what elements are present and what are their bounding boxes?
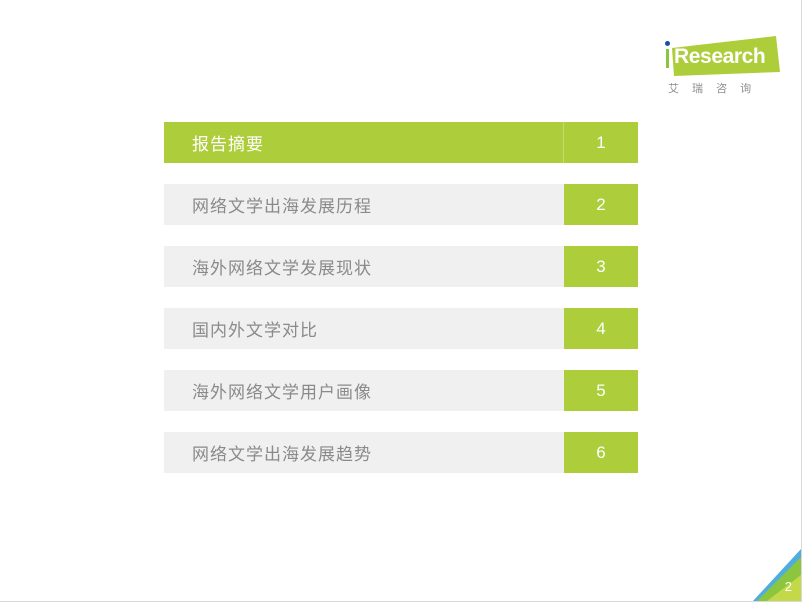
toc-row[interactable]: 国内外文学对比 4 bbox=[164, 308, 638, 349]
corner-triangles-icon bbox=[753, 549, 801, 601]
toc-row[interactable]: 海外网络文学发展现状 3 bbox=[164, 246, 638, 287]
toc-row[interactable]: 报告摘要 1 bbox=[164, 122, 638, 163]
toc-row[interactable]: 网络文学出海发展历程 2 bbox=[164, 184, 638, 225]
toc-row[interactable]: 海外网络文学用户画像 5 bbox=[164, 370, 638, 411]
toc-item-number: 3 bbox=[564, 246, 638, 287]
table-of-contents: 报告摘要 1 网络文学出海发展历程 2 海外网络文学发展现状 3 国内外文学对比… bbox=[164, 122, 638, 494]
logo-subtitle: 艾 瑞 咨 询 bbox=[668, 83, 757, 95]
toc-item-number: 1 bbox=[563, 122, 638, 163]
page-number: 2 bbox=[784, 579, 792, 594]
toc-item-number: 2 bbox=[564, 184, 638, 225]
toc-item-label: 海外网络文学发展现状 bbox=[192, 259, 372, 278]
toc-item-label: 网络文学出海发展趋势 bbox=[192, 445, 372, 464]
slide: Research 艾 瑞 咨 询 报告摘要 1 网络文学出海发展历程 2 海外网… bbox=[0, 0, 802, 602]
toc-item-number: 5 bbox=[564, 370, 638, 411]
toc-item-label: 网络文学出海发展历程 bbox=[192, 197, 372, 216]
toc-row[interactable]: 网络文学出海发展趋势 6 bbox=[164, 432, 638, 473]
logo-i-stem-icon bbox=[666, 49, 669, 68]
toc-item-label: 报告摘要 bbox=[192, 135, 264, 154]
toc-item-label: 海外网络文学用户画像 bbox=[192, 383, 372, 402]
logo-mark: Research bbox=[662, 36, 780, 76]
iresearch-logo: Research 艾 瑞 咨 询 bbox=[662, 36, 780, 98]
toc-item-number: 6 bbox=[564, 432, 638, 473]
logo-wordmark: Research bbox=[674, 45, 766, 68]
logo-i-dot-icon bbox=[665, 41, 670, 46]
toc-item-number: 4 bbox=[564, 308, 638, 349]
toc-item-label: 国内外文学对比 bbox=[192, 321, 318, 340]
corner-decoration: 2 bbox=[753, 549, 801, 601]
